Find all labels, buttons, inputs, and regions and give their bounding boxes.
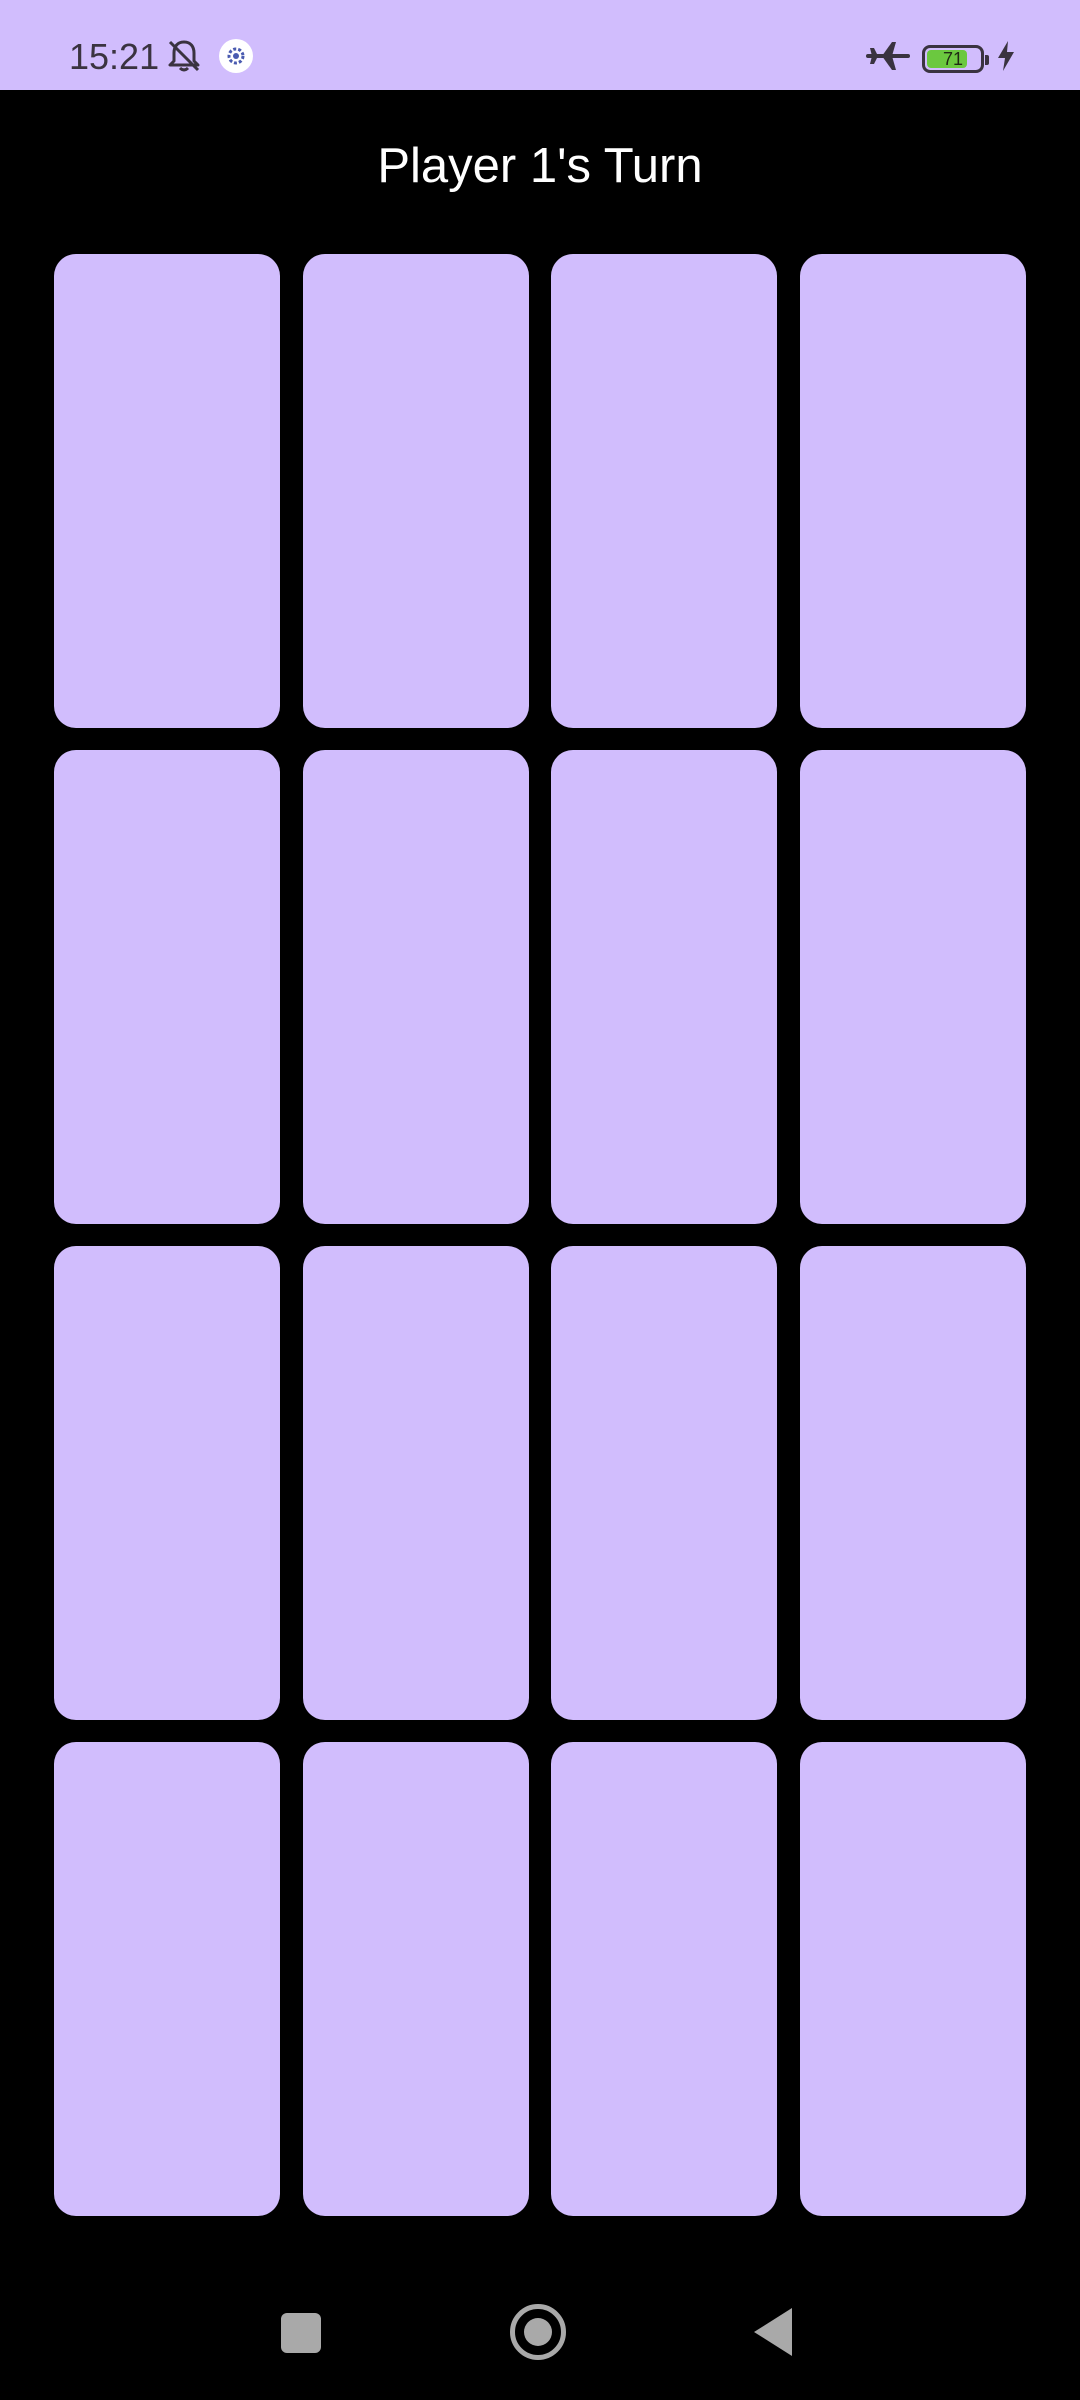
turn-indicator-title: Player 1's Turn	[377, 139, 703, 193]
memory-card[interactable]	[54, 254, 280, 728]
back-icon[interactable]	[754, 2308, 792, 2356]
recent-apps-icon[interactable]	[281, 2313, 321, 2353]
memory-card[interactable]	[551, 750, 778, 1224]
bell-off-icon	[164, 36, 204, 81]
status-left-icons	[164, 36, 254, 81]
memory-card[interactable]	[54, 1742, 280, 2216]
memory-card[interactable]	[551, 1246, 778, 1720]
memory-card[interactable]	[302, 254, 529, 728]
memory-card[interactable]	[54, 1246, 280, 1720]
charging-bolt-icon	[996, 40, 1016, 77]
battery-level: 71	[942, 48, 964, 69]
memory-card[interactable]	[551, 1742, 778, 2216]
home-dot	[524, 2318, 552, 2346]
status-bar: 15:21 71	[0, 0, 1080, 90]
memory-card[interactable]	[551, 254, 778, 728]
settings-badge-icon	[218, 38, 254, 79]
battery-nub	[985, 54, 989, 65]
memory-card[interactable]	[54, 750, 280, 1224]
card-grid	[54, 254, 1026, 2216]
memory-card[interactable]	[799, 750, 1026, 1224]
memory-card[interactable]	[302, 1742, 529, 2216]
airplane-mode-icon	[866, 38, 910, 79]
navigation-bar	[0, 2268, 1080, 2400]
memory-card[interactable]	[302, 1246, 529, 1720]
status-right-icons: 71	[866, 38, 1016, 79]
memory-card[interactable]	[799, 1246, 1026, 1720]
memory-card[interactable]	[799, 1742, 1026, 2216]
home-icon[interactable]	[510, 2304, 566, 2360]
memory-card[interactable]	[302, 750, 529, 1224]
status-time: 15:21	[69, 36, 160, 77]
memory-card[interactable]	[799, 254, 1026, 728]
battery-icon: 71	[922, 44, 989, 73]
